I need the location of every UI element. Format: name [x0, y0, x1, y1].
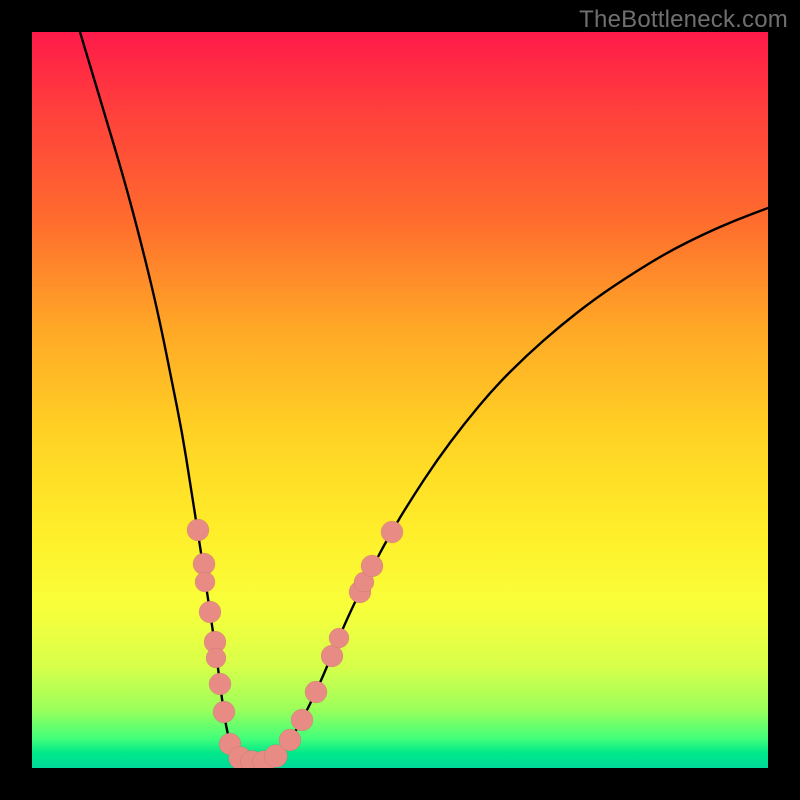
data-marker — [361, 555, 383, 577]
data-marker — [204, 631, 226, 653]
bottleneck-curve — [80, 32, 768, 763]
data-marker — [206, 648, 226, 668]
data-marker — [229, 747, 252, 769]
plot-area — [32, 32, 768, 768]
marker-group — [187, 519, 403, 768]
data-marker — [321, 645, 343, 667]
data-marker — [349, 581, 371, 603]
data-marker — [209, 673, 231, 695]
data-marker — [291, 709, 313, 731]
data-marker — [265, 745, 288, 768]
data-marker — [305, 681, 327, 703]
chart-frame: TheBottleneck.com — [0, 0, 800, 800]
data-marker — [199, 601, 221, 623]
data-marker — [219, 733, 241, 755]
data-marker — [193, 553, 215, 575]
curve-svg — [32, 32, 768, 768]
data-marker — [329, 628, 349, 648]
data-marker — [241, 751, 264, 769]
data-marker — [279, 729, 301, 751]
data-marker — [381, 521, 403, 543]
data-marker — [354, 572, 374, 592]
data-marker — [187, 519, 209, 541]
data-marker — [213, 701, 235, 723]
watermark-text: TheBottleneck.com — [579, 6, 788, 34]
data-marker — [253, 751, 276, 769]
data-marker — [195, 572, 215, 592]
